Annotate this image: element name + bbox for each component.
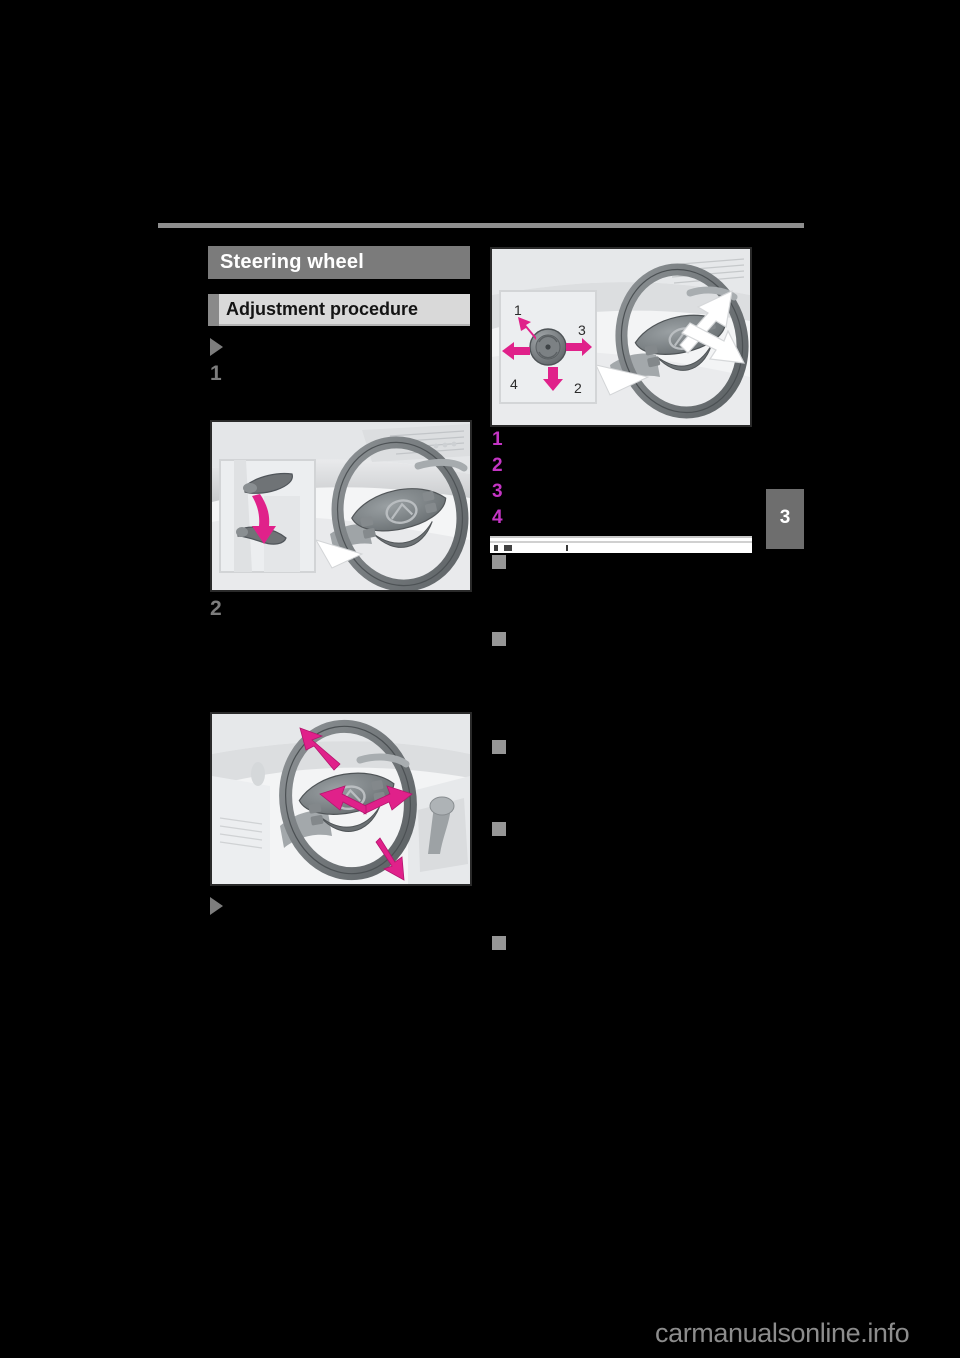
info-box-rule-bottom bbox=[490, 541, 752, 543]
square-bullet-5 bbox=[492, 936, 506, 950]
info-box-divider bbox=[490, 536, 752, 555]
square-bullet-3 bbox=[492, 740, 506, 754]
figure-1-graphic bbox=[212, 422, 470, 590]
section-title-bar: Steering wheel bbox=[208, 246, 470, 279]
tilt-telescopic-lever-figure bbox=[210, 420, 472, 592]
page-top-rule bbox=[158, 223, 804, 228]
arrow-marker-icon-2 bbox=[210, 897, 223, 915]
step-number-1: 1 bbox=[210, 362, 222, 385]
svg-text:2: 2 bbox=[574, 380, 582, 396]
svg-text:1: 1 bbox=[514, 302, 522, 318]
square-bullet-1 bbox=[492, 555, 506, 569]
memory-switch-figure: 1 2 3 4 bbox=[490, 247, 752, 427]
list-number-2: 2 bbox=[492, 455, 503, 476]
sub-heading-underline bbox=[219, 324, 470, 326]
page-title: Steering wheel bbox=[220, 251, 364, 273]
site-watermark: carmanualsonline.info bbox=[655, 1318, 910, 1348]
figure-3-graphic: 1 2 3 4 bbox=[492, 249, 750, 425]
sub-heading-label: Adjustment procedure bbox=[226, 299, 419, 319]
svg-text:3: 3 bbox=[578, 322, 586, 338]
step-number-2: 2 bbox=[210, 597, 222, 620]
sub-heading-bar: Adjustment procedure bbox=[208, 294, 470, 326]
manual-page: Steering wheel Adjustment procedure 1 2 … bbox=[0, 0, 960, 1358]
square-bullet-2 bbox=[492, 632, 506, 646]
list-number-3: 3 bbox=[492, 481, 503, 502]
svg-text:4: 4 bbox=[510, 376, 518, 392]
figure-2-graphic bbox=[212, 714, 470, 884]
square-bullet-4 bbox=[492, 822, 506, 836]
chapter-tab: 3 bbox=[766, 489, 804, 549]
list-number-1: 1 bbox=[492, 429, 503, 450]
chapter-tab-number: 3 bbox=[779, 507, 791, 528]
steering-wheel-movement-figure bbox=[210, 712, 472, 886]
arrow-marker-icon bbox=[210, 338, 223, 356]
list-number-4: 4 bbox=[492, 507, 503, 528]
sub-heading-accent bbox=[208, 294, 219, 326]
info-box-heading-ghost bbox=[494, 545, 694, 551]
